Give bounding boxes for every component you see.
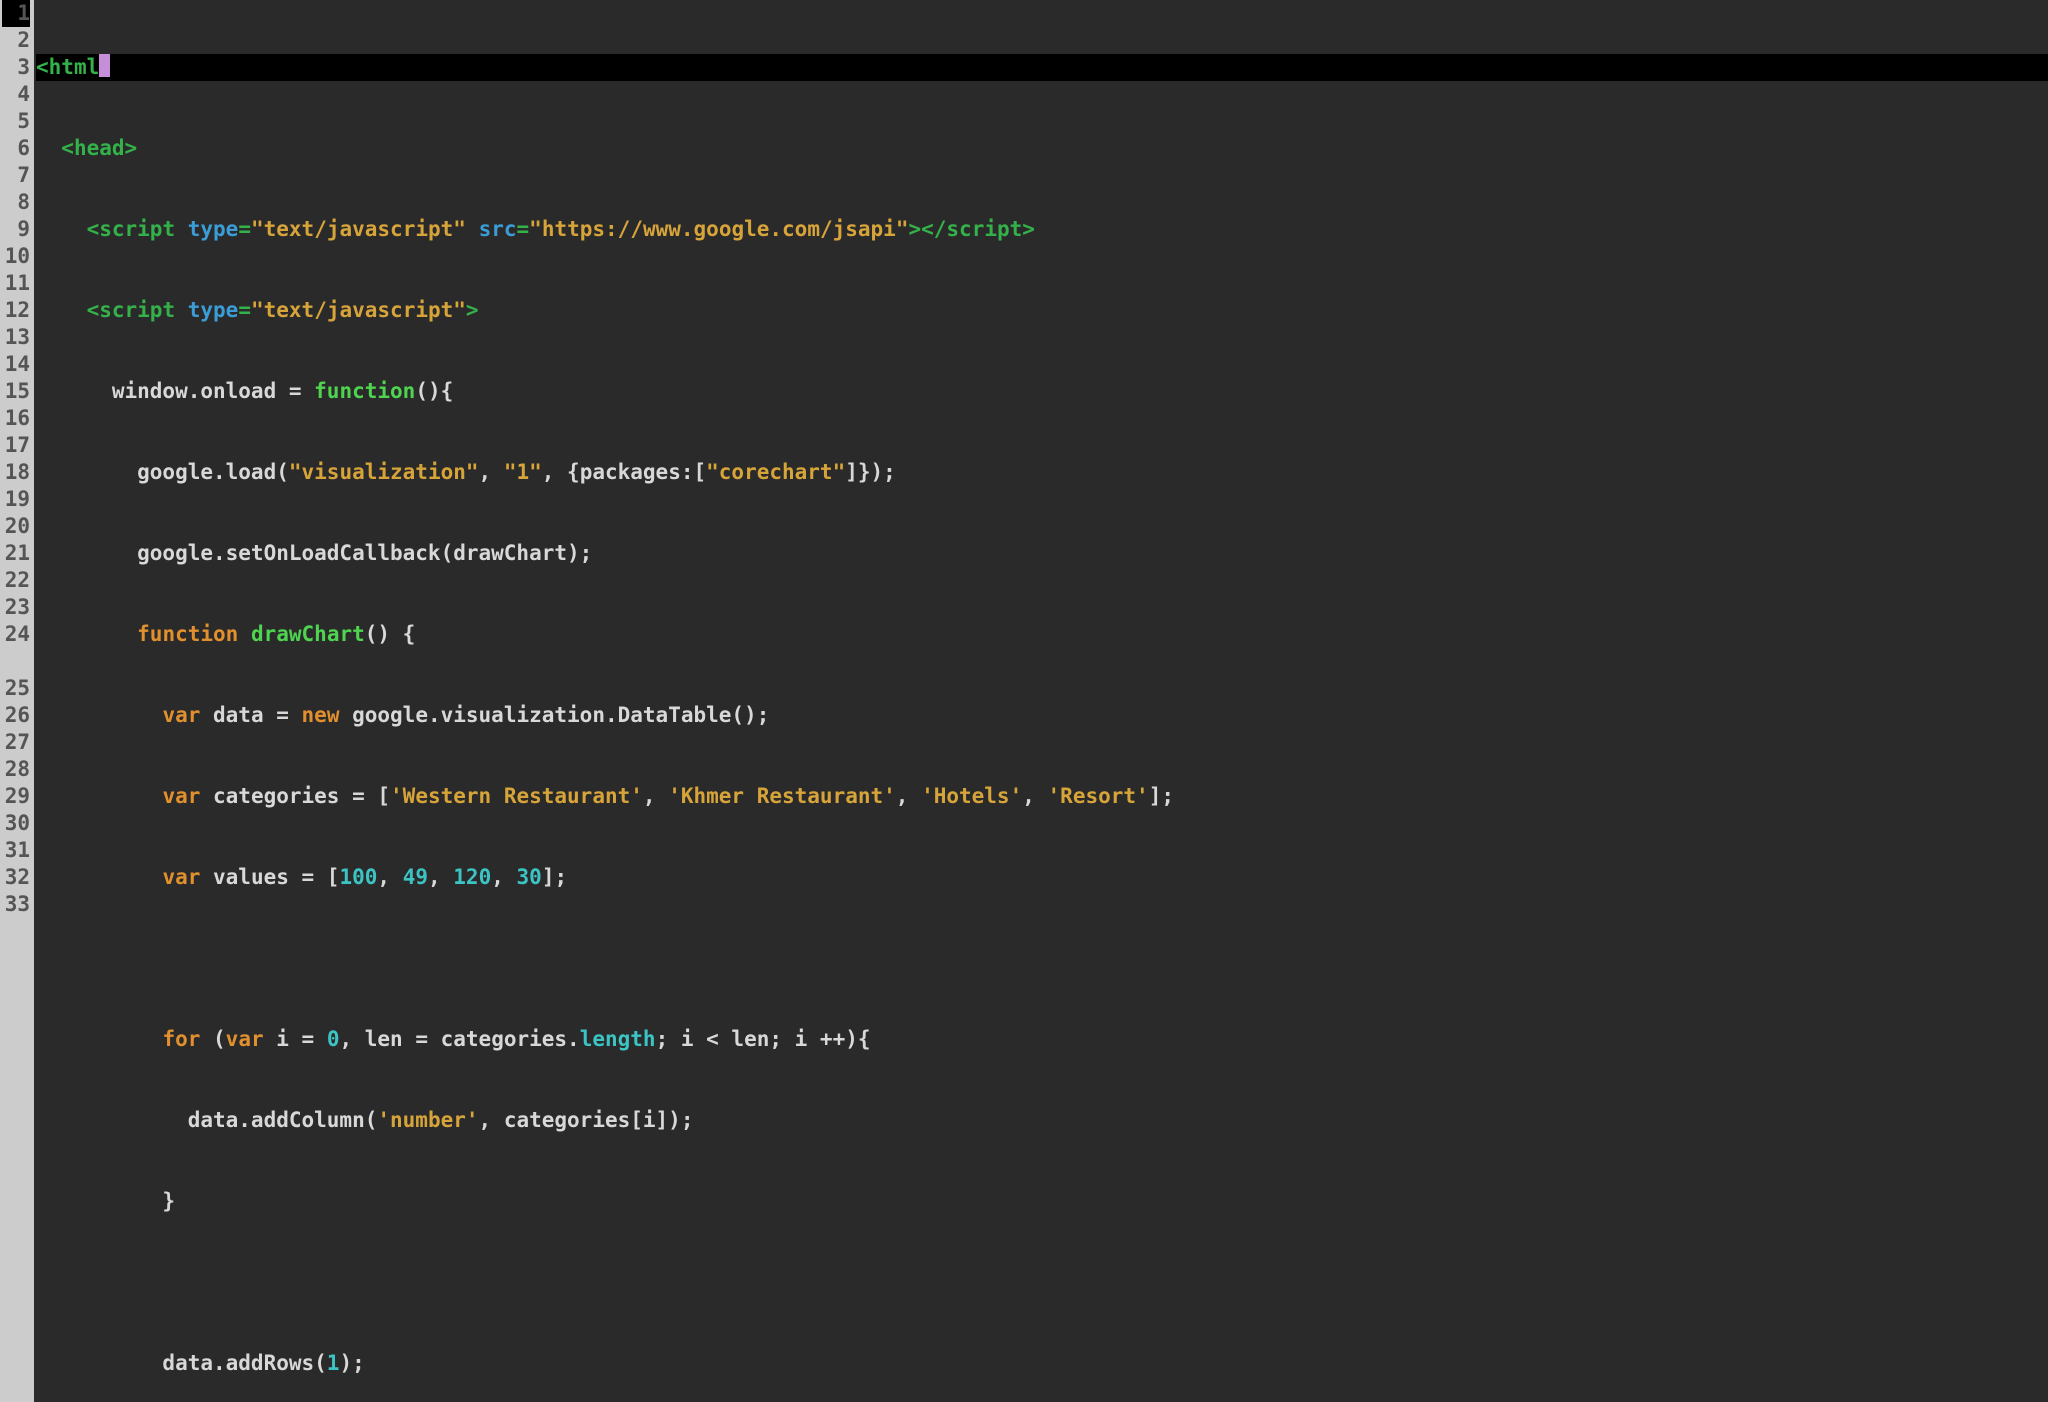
line-number: 1 — [2, 0, 30, 27]
code-line[interactable]: <head> — [36, 135, 2048, 162]
line-number: 18 — [2, 459, 30, 486]
line-number: 4 — [2, 81, 30, 108]
line-number: 3 — [2, 54, 30, 81]
line-number: 9 — [2, 216, 30, 243]
code-line[interactable] — [36, 1269, 2048, 1296]
line-number: 20 — [2, 513, 30, 540]
line-number: 31 — [2, 837, 30, 864]
line-number: 17 — [2, 432, 30, 459]
code-line[interactable]: function drawChart() { — [36, 621, 2048, 648]
line-number: 13 — [2, 324, 30, 351]
line-number: 24 — [2, 621, 30, 675]
code-line[interactable]: data.addRows(1); — [36, 1350, 2048, 1377]
line-number: 27 — [2, 729, 30, 756]
code-line[interactable] — [36, 945, 2048, 972]
line-number: 29 — [2, 783, 30, 810]
code-line[interactable]: var categories = ['Western Restaurant', … — [36, 783, 2048, 810]
line-number: 21 — [2, 540, 30, 567]
line-number: 14 — [2, 351, 30, 378]
text-cursor — [99, 54, 110, 77]
line-number: 12 — [2, 297, 30, 324]
line-number-gutter: 1234567891011121314151617181920212223242… — [0, 0, 34, 1402]
line-number: 16 — [2, 405, 30, 432]
code-line[interactable]: var values = [100, 49, 120, 30]; — [36, 864, 2048, 891]
line-number: 33 — [2, 891, 30, 918]
line-number: 11 — [2, 270, 30, 297]
line-number: 6 — [2, 135, 30, 162]
code-line[interactable]: <script type="text/javascript"> — [36, 297, 2048, 324]
line-number: 15 — [2, 378, 30, 405]
line-number: 8 — [2, 189, 30, 216]
code-line[interactable]: var data = new google.visualization.Data… — [36, 702, 2048, 729]
line-number: 22 — [2, 567, 30, 594]
line-number: 5 — [2, 108, 30, 135]
line-number: 28 — [2, 756, 30, 783]
code-line[interactable]: for (var i = 0, len = categories.length;… — [36, 1026, 2048, 1053]
code-line[interactable]: } — [36, 1188, 2048, 1215]
line-number: 25 — [2, 675, 30, 702]
code-line[interactable]: google.load("visualization", "1", {packa… — [36, 459, 2048, 486]
code-line[interactable]: google.setOnLoadCallback(drawChart); — [36, 540, 2048, 567]
line-number: 7 — [2, 162, 30, 189]
line-number: 10 — [2, 243, 30, 270]
line-number: 26 — [2, 702, 30, 729]
code-line[interactable]: window.onload = function(){ — [36, 378, 2048, 405]
line-number: 32 — [2, 864, 30, 891]
line-number: 2 — [2, 27, 30, 54]
line-number: 23 — [2, 594, 30, 621]
line-number: 30 — [2, 810, 30, 837]
code-line[interactable]: <html — [36, 54, 2048, 81]
code-line[interactable]: <script type="text/javascript" src="http… — [36, 216, 2048, 243]
line-number: 19 — [2, 486, 30, 513]
code-line[interactable]: data.addColumn('number', categories[i]); — [36, 1107, 2048, 1134]
code-editor[interactable]: 1234567891011121314151617181920212223242… — [0, 0, 2048, 1402]
code-area[interactable]: <html <head> <script type="text/javascri… — [34, 0, 2048, 1402]
